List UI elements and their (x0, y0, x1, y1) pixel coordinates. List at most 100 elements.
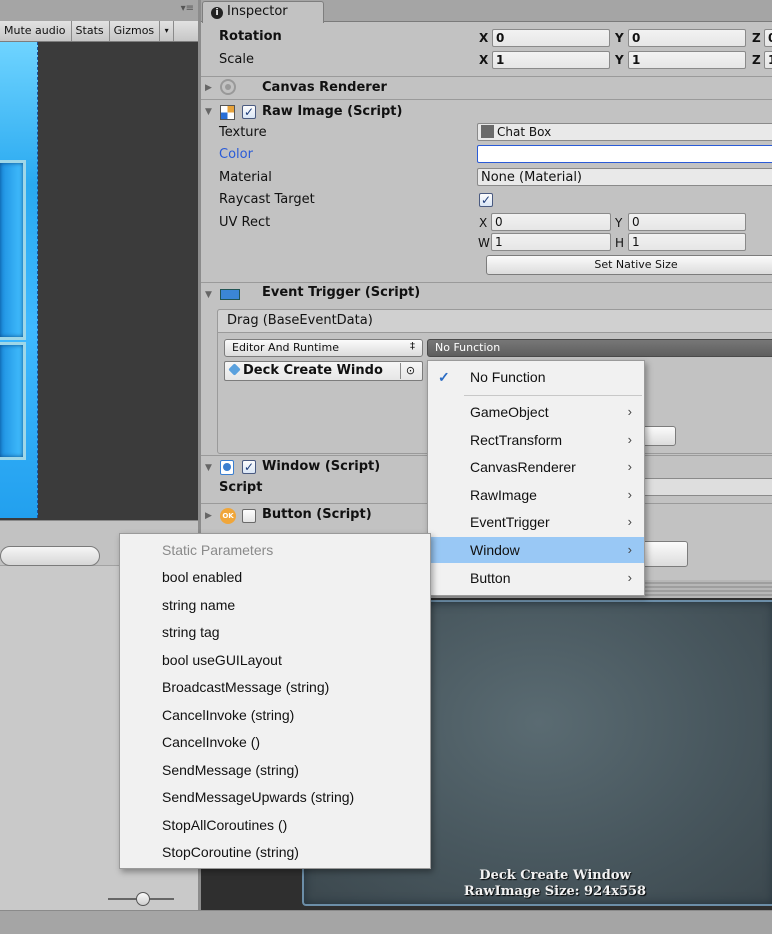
uv-rect-label: UV Rect (219, 215, 271, 230)
uv-x-label[interactable]: X (479, 216, 487, 230)
gizmos-dropdown-icon[interactable]: ▾ (160, 21, 175, 41)
uv-h-label[interactable]: H (615, 236, 624, 250)
submenu-item-sendmessageupwards[interactable]: SendMessageUpwards (string) (162, 784, 354, 810)
separator (201, 99, 772, 100)
event-trigger-title: Event Trigger (Script) (262, 285, 421, 300)
window-script-title: Window (Script) (262, 459, 381, 474)
ui-panel-frame-top (0, 160, 26, 340)
foldout-expanded-icon[interactable]: ▼ (205, 463, 212, 473)
menu-item-label: GameObject (470, 404, 549, 420)
uv-y-field[interactable]: 0 (628, 213, 746, 231)
game-view-toolbar: Mute audio Stats Gizmos ▾ (0, 21, 198, 42)
event-entry-title: Drag (BaseEventData) (227, 313, 373, 328)
menu-item-button[interactable]: Button › (428, 565, 644, 591)
rotation-z-label[interactable]: Z (752, 31, 761, 45)
dropdown-arrow-icon: ‡ (410, 341, 415, 352)
script-icon (220, 460, 234, 475)
scale-z-field[interactable]: 1 (764, 51, 772, 69)
foldout-collapsed-icon[interactable]: ▶ (205, 83, 212, 93)
rotation-y-field[interactable]: 0 (628, 29, 746, 47)
game-view-canvas-image (0, 42, 38, 518)
panel-menu-icon[interactable]: ▾≡ (181, 3, 194, 14)
uv-w-field[interactable]: 1 (491, 233, 611, 251)
object-picker-icon[interactable]: ⊙ (400, 363, 420, 379)
raw-image-enabled-checkbox[interactable]: ✓ (242, 105, 256, 119)
menu-item-rawimage[interactable]: RawImage › (428, 482, 644, 508)
submenu-item-string-tag[interactable]: string tag (162, 619, 220, 645)
menu-item-eventtrigger[interactable]: EventTrigger › (428, 509, 644, 535)
raw-image-header[interactable]: ▼ ✓ Raw Image (Script) (201, 101, 772, 125)
checkmark-icon: ✓ (438, 369, 450, 385)
submenu-item-bool-useguilayout[interactable]: bool useGUILayout (162, 647, 282, 673)
mute-audio-button[interactable]: Mute audio (0, 21, 72, 41)
event-trigger-header[interactable]: ▼ Event Trigger (Script) (201, 284, 772, 308)
script-field[interactable] (640, 478, 772, 496)
script-label: Script (219, 480, 263, 495)
foldout-expanded-icon[interactable]: ▼ (205, 107, 212, 117)
material-field[interactable]: None (Material) (477, 168, 772, 186)
menu-item-label: RawImage (470, 487, 537, 503)
rotation-x-label[interactable]: X (479, 31, 488, 45)
uv-y-label[interactable]: Y (615, 216, 622, 230)
inspector-tab[interactable]: i Inspector (202, 1, 324, 23)
call-state-dropdown[interactable]: Editor And Runtime ‡ (224, 339, 423, 357)
menu-item-label: Button (470, 570, 511, 586)
zoom-slider-knob[interactable] (136, 892, 150, 906)
submenu-item-string-name[interactable]: string name (162, 592, 235, 618)
window-enabled-checkbox[interactable]: ✓ (242, 460, 256, 474)
scale-x-field[interactable]: 1 (492, 51, 610, 69)
menu-item-window[interactable]: Window › (428, 537, 644, 563)
submenu-item-broadcastmessage[interactable]: BroadcastMessage (string) (162, 674, 329, 700)
function-menu: ✓ No Function GameObject › RectTransform… (427, 360, 645, 596)
preview-object-name: Deck Create Window (479, 868, 631, 883)
stats-button[interactable]: Stats (72, 21, 110, 41)
uv-h-field[interactable]: 1 (628, 233, 746, 251)
foldout-expanded-icon[interactable]: ▼ (205, 290, 212, 300)
uv-x-field[interactable]: 0 (491, 213, 611, 231)
submenu-item-stopcoroutine[interactable]: StopCoroutine (string) (162, 839, 299, 865)
event-trigger-icon (220, 289, 240, 300)
submenu-arrow-icon: › (627, 432, 632, 447)
menu-item-gameobject[interactable]: GameObject › (428, 399, 644, 425)
menu-item-label: Window (470, 542, 520, 558)
submenu-item-bool-enabled[interactable]: bool enabled (162, 564, 242, 590)
target-object-field[interactable]: Deck Create Windo (224, 361, 423, 381)
menu-item-label: No Function (470, 369, 546, 385)
submenu-item-stopallcoroutines[interactable]: StopAllCoroutines () (162, 812, 287, 838)
set-native-size-button[interactable]: Set Native Size (486, 255, 772, 275)
texture-field[interactable]: Chat Box (477, 123, 772, 141)
scale-z-label[interactable]: Z (752, 53, 761, 67)
window-submenu: Static Parameters bool enabled string na… (119, 533, 431, 869)
raycast-target-label: Raycast Target (219, 192, 315, 207)
menu-item-canvasrenderer[interactable]: CanvasRenderer › (428, 454, 644, 480)
foldout-collapsed-icon[interactable]: ▶ (205, 511, 212, 521)
submenu-arrow-icon: › (627, 487, 632, 502)
submenu-item-cancelinvoke-string[interactable]: CancelInvoke (string) (162, 702, 294, 728)
raycast-target-checkbox[interactable]: ✓ (479, 193, 493, 207)
ui-panel-frame-bottom (0, 342, 26, 460)
uv-w-label[interactable]: W (478, 236, 490, 250)
gizmos-button[interactable]: Gizmos (110, 21, 161, 41)
horizontal-scrollbar[interactable] (0, 546, 100, 566)
gameobject-icon (228, 363, 241, 376)
scale-x-label[interactable]: X (479, 53, 488, 67)
rotation-y-label[interactable]: Y (615, 31, 624, 45)
rotation-z-field[interactable]: 0 (764, 29, 772, 47)
rotation-x-field[interactable]: 0 (492, 29, 610, 47)
canvas-renderer-header[interactable]: ▶ Canvas Renderer (201, 77, 772, 101)
material-label: Material (219, 170, 272, 185)
menu-item-no-function[interactable]: ✓ No Function (428, 364, 644, 390)
submenu-item-sendmessage[interactable]: SendMessage (string) (162, 757, 299, 783)
color-label: Color (219, 147, 253, 162)
submenu-header: Static Parameters (162, 542, 274, 558)
submenu-item-cancelinvoke[interactable]: CancelInvoke () (162, 729, 260, 755)
menu-item-recttransform[interactable]: RectTransform › (428, 427, 644, 453)
color-field[interactable] (477, 145, 772, 163)
call-state-value: Editor And Runtime (232, 341, 339, 354)
submenu-arrow-icon: › (627, 570, 632, 585)
button-enabled-checkbox[interactable]: ✓ (242, 509, 256, 523)
function-dropdown[interactable]: No Function (427, 339, 772, 357)
scale-y-field[interactable]: 1 (628, 51, 746, 69)
scale-y-label[interactable]: Y (615, 53, 624, 67)
submenu-arrow-icon: › (627, 404, 632, 419)
